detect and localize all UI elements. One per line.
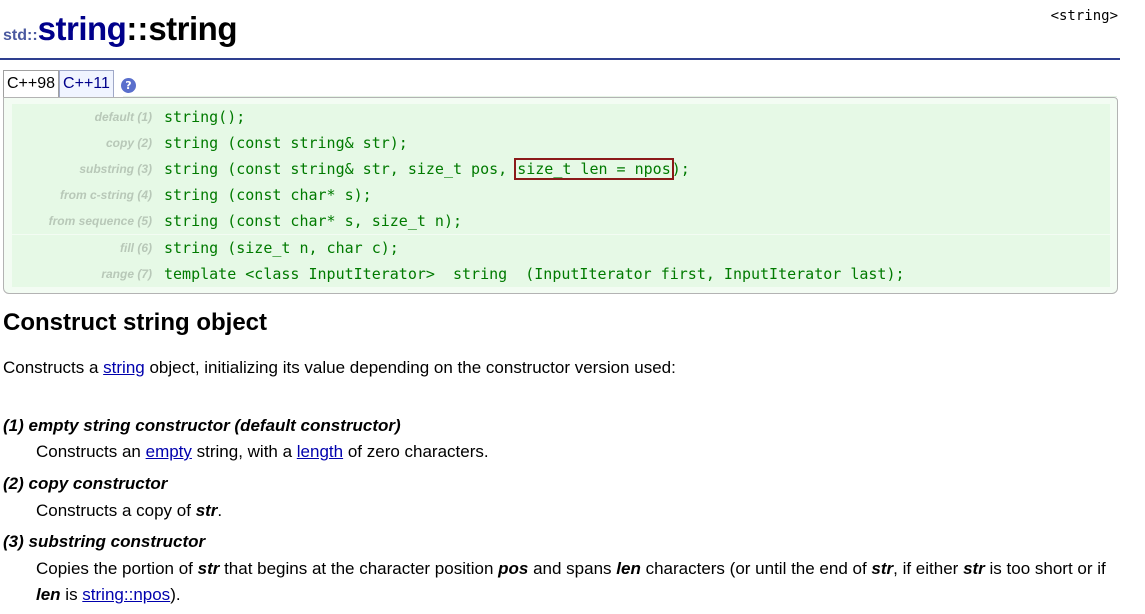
code-before: string (const string& str, size_t pos, [164,160,517,178]
prototype-row: fill (6) string (size_t n, char c); [12,235,1110,261]
term-substring-constructor: (3) substring constructor [3,532,206,551]
prototype-code: string (const char* s, size_t n); [164,212,463,230]
term-empty-constructor: (1) empty string constructor (default co… [3,416,401,435]
code-after: ); [671,160,690,178]
prototype-code: string (const string& str); [164,134,408,152]
prototype-label: from sequence (5) [48,214,152,228]
desc-text: , if either [893,559,964,578]
prototype-row: default (1) string(); [12,104,1110,130]
param-str: str [963,559,985,578]
desc-text: and spans [528,559,617,578]
prototype-box: default (1) string(); copy (2) string (c… [3,97,1118,294]
prototype-label: from c-string (4) [59,188,152,202]
desc-text: ). [170,585,181,604]
param-len: len [616,559,641,578]
prototype-row: range (7) template <class InputIterator>… [12,261,1110,287]
intro-paragraph: Constructs a string object, initializing… [3,355,676,381]
highlighted-parameter: size_t len = npos [514,158,674,180]
help-icon[interactable]: ? [120,78,136,93]
page-header: std::string::string <string> [0,0,1120,60]
term-copy-constructor: (2) copy constructor [3,474,168,493]
intro-text-before: Constructs a [3,358,104,377]
section-title: Construct string object [3,309,268,336]
param-len: len [36,585,61,604]
desc-text: . [217,501,223,520]
prototype-row: from c-string (4) string (const char* s)… [12,182,1110,208]
desc-text: Constructs an [36,442,146,461]
standard-version-tabs: C++98 C++11 ? [3,70,136,97]
desc-text: of zero characters. [343,442,489,461]
desc-text: Constructs a copy of [36,501,196,520]
empty-link[interactable]: empty [146,442,192,461]
desc-empty-constructor: Constructs an empty string, with a lengt… [36,439,1126,465]
intro-text-after: object, initializing its value depending… [144,358,676,377]
prototype-row: substring (3) string (const string& str,… [12,156,1110,182]
desc-text: characters (or until the end of [640,559,872,578]
tab-cpp11[interactable]: C++11 [59,70,114,97]
desc-substring-constructor: Copies the portion of str that begins at… [36,556,1126,608]
title-function-name: string [148,10,237,47]
prototype-code: template <class InputIterator> string (I… [164,265,905,283]
prototype-label: substring (3) [79,162,152,176]
param-str: str [195,501,218,520]
prototype-label: range (7) [101,267,152,281]
title-namespace: std:: [3,27,38,44]
prototype-row: from sequence (5) string (const char* s,… [12,208,1110,234]
desc-text: is [60,585,83,604]
tab-cpp98[interactable]: C++98 [3,70,60,97]
desc-copy-constructor: Constructs a copy of str. [36,498,1126,524]
desc-text: Copies the portion of [36,559,198,578]
prototype-label: copy (2) [105,136,152,150]
prototype-code: string (const string& str, size_t pos, s… [164,156,690,182]
title-class-name: string [37,10,127,47]
length-link[interactable]: length [297,442,343,461]
param-str: str [197,559,220,578]
prototype-label: default (1) [94,110,152,124]
header-include-label: <string> [1050,8,1118,24]
page-title: std::string::string [3,10,237,48]
desc-text: string, with a [191,442,297,461]
param-pos: pos [498,559,529,578]
desc-text: that begins at the character position [219,559,499,578]
title-separator: :: [126,10,149,47]
prototype-code: string (size_t n, char c); [164,239,399,257]
prototype-code: string (const char* s); [164,186,372,204]
desc-text: is too short or if [984,559,1106,578]
npos-link[interactable]: string::npos [82,585,170,604]
string-link[interactable]: string [103,358,145,377]
prototype-label: fill (6) [120,241,152,255]
prototype-code: string(); [164,108,246,126]
param-str: str [871,559,894,578]
prototype-row: copy (2) string (const string& str); [12,130,1110,156]
